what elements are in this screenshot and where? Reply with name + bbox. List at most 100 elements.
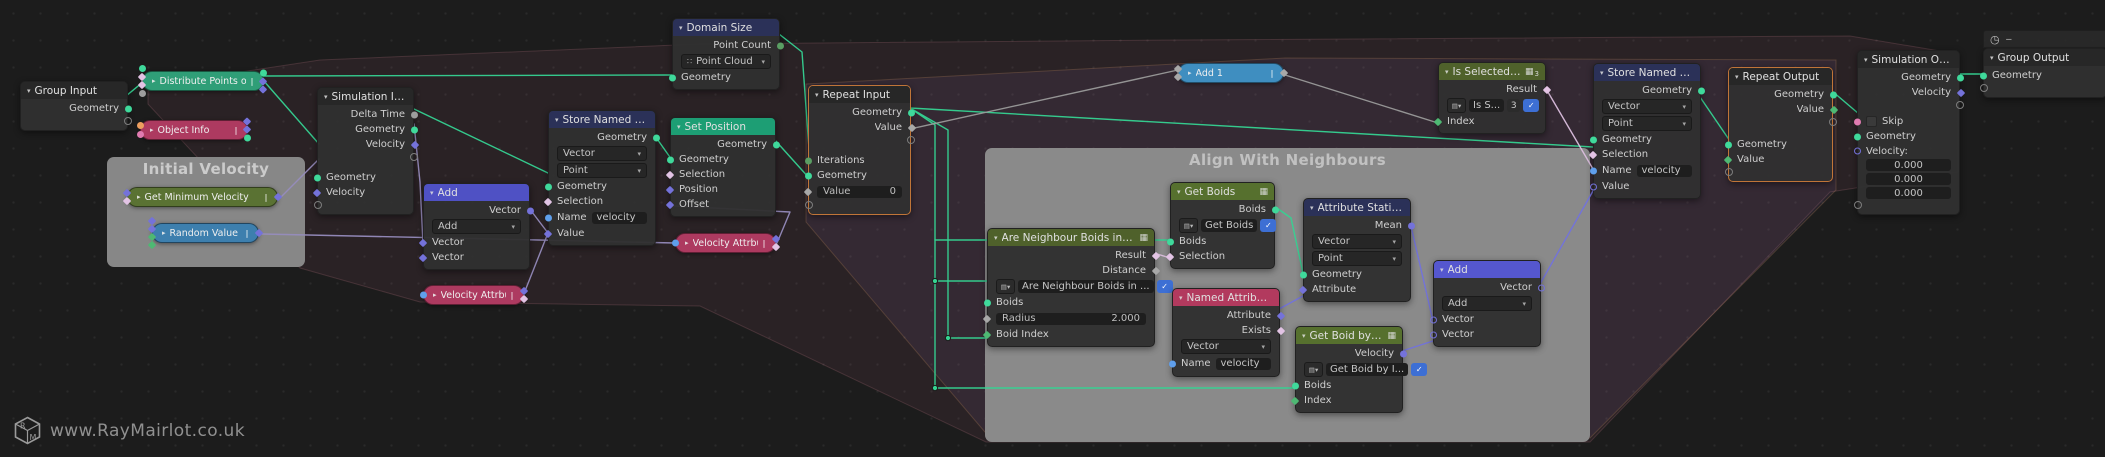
socket-input[interactable] bbox=[147, 240, 157, 250]
socket-radius[interactable] bbox=[982, 314, 991, 323]
socket-velocity[interactable] bbox=[1399, 350, 1407, 357]
virtual-socket[interactable] bbox=[313, 201, 322, 209]
socket-geometry[interactable] bbox=[313, 174, 321, 181]
node-domain-size[interactable]: ▾ Domain Size Point Count ∷ Point Cloud ▾ Geom… bbox=[668, 18, 784, 90]
node-repeat-output[interactable]: ▾ Repeat Output Geometry Value Geometry Value bbox=[1723, 67, 1838, 182]
node-random-value[interactable]: ▸ Random Value ∥ bbox=[147, 216, 264, 250]
socket-geometry[interactable] bbox=[544, 183, 552, 190]
frame-initial-velocity[interactable]: Initial Velocity bbox=[107, 157, 305, 267]
socket-value[interactable] bbox=[907, 123, 916, 132]
asset-browse-icon[interactable]: ▤▾ bbox=[996, 279, 1015, 294]
collapse-arrow-icon[interactable]: ▾ bbox=[1310, 204, 1314, 212]
node-simulation-output[interactable]: ▾Simulation Output Geometry Velocity Skip Ge… bbox=[1853, 50, 1965, 215]
node-header[interactable]: ▾Simulation Input bbox=[318, 88, 413, 105]
socket-output[interactable] bbox=[254, 228, 264, 238]
node-header[interactable]: ▾Store Named Attrib... bbox=[1594, 64, 1700, 81]
fake-user-shield-icon[interactable]: ✓ bbox=[1260, 219, 1277, 232]
socket-offset[interactable] bbox=[665, 200, 674, 209]
store-named-attribute-left-name-input[interactable]: velocity bbox=[591, 211, 647, 224]
node-header[interactable]: ▾ Named Attribute bbox=[1173, 289, 1279, 306]
virtual-socket[interactable] bbox=[1979, 84, 1988, 92]
named-attribute-dropdown[interactable]: Vector ▾ bbox=[1181, 339, 1271, 354]
collapse-arrow-icon[interactable]: ▾ bbox=[1990, 54, 1994, 62]
collapse-arrow-icon[interactable]: ▾ bbox=[1177, 188, 1181, 196]
socket-index[interactable] bbox=[1433, 117, 1442, 126]
node-header[interactable]: ▾ Domain Size bbox=[673, 19, 779, 36]
expand-arrow-icon[interactable]: ▸ bbox=[150, 126, 154, 134]
add-vector-frame-dropdown[interactable]: Add ▾ bbox=[1442, 296, 1532, 311]
collapse-arrow-icon[interactable]: ▾ bbox=[677, 123, 681, 131]
collapse-arrow-icon[interactable]: ▾ bbox=[555, 116, 559, 124]
socket-value[interactable] bbox=[1829, 105, 1838, 114]
node-header[interactable]: ▾Simulation Output bbox=[1858, 51, 1959, 68]
virtual-socket[interactable] bbox=[1955, 101, 1964, 109]
socket-boids[interactable] bbox=[983, 299, 991, 306]
socket-vector[interactable] bbox=[1429, 331, 1437, 338]
node-header[interactable]: ▾ Attribute Statistic bbox=[1304, 199, 1410, 216]
socket-vector[interactable] bbox=[526, 207, 534, 214]
expand-arrow-icon[interactable]: ▸ bbox=[433, 291, 437, 299]
socket-geometry[interactable] bbox=[124, 105, 132, 112]
virtual-socket[interactable] bbox=[123, 117, 132, 125]
expand-arrow-icon[interactable]: ▸ bbox=[137, 193, 141, 201]
socket-geometry[interactable] bbox=[772, 141, 780, 148]
fake-user-shield-icon[interactable]: ✓ bbox=[1156, 280, 1173, 293]
socket-value[interactable] bbox=[1589, 183, 1597, 190]
node-header[interactable]: ▾ Repeat Input bbox=[809, 86, 910, 103]
socket-skip[interactable] bbox=[1853, 118, 1861, 125]
socket-geometry[interactable] bbox=[666, 156, 674, 163]
node-velocity-attribute-2[interactable]: ▸Velocity Attrbute ∥ bbox=[672, 233, 781, 253]
socket-input[interactable] bbox=[672, 239, 679, 247]
expand-arrow-icon[interactable]: ▸ bbox=[162, 229, 166, 237]
named-attribute-name-input[interactable]: velocity bbox=[1215, 357, 1271, 370]
socket-input[interactable] bbox=[1173, 72, 1183, 82]
asset-name-field[interactable]: Get Boid by I... bbox=[1326, 363, 1409, 376]
socket-input[interactable] bbox=[122, 196, 132, 206]
socket-geometry[interactable] bbox=[1724, 141, 1732, 148]
node-editor-canvas[interactable]: Initial Velocity Align With Neighbours ▾ G… bbox=[0, 0, 2105, 457]
node-header[interactable]: ▾ Group Output bbox=[1984, 49, 2105, 66]
node-attribute-statistic[interactable]: ▾ Attribute Statistic Mean Vector ▾ Point ▾ Geo… bbox=[1298, 198, 1415, 302]
node-get-boid-by-index[interactable]: ▾Get Boid by Index▦Velocity▤▾Get Boid by… bbox=[1290, 326, 1428, 413]
collapse-arrow-icon[interactable]: ▾ bbox=[1600, 69, 1604, 77]
expand-arrow-icon[interactable]: ▸ bbox=[152, 77, 156, 85]
node-header[interactable]: ▾ Get Boids ▦ bbox=[1171, 183, 1274, 200]
socket-output[interactable] bbox=[273, 192, 283, 202]
fake-user-shield-icon[interactable]: ✓ bbox=[1411, 363, 1428, 376]
socket-geometry[interactable] bbox=[1299, 271, 1307, 278]
collapse-arrow-icon[interactable]: ▾ bbox=[1735, 73, 1739, 81]
socket-value[interactable] bbox=[803, 187, 812, 196]
node-add-vector-frame[interactable]: ▾ Add Vector Add ▾ Vector Vector bbox=[1429, 260, 1545, 347]
socket-input[interactable] bbox=[137, 131, 144, 138]
socket-boids[interactable] bbox=[1291, 382, 1299, 389]
socket-point-count[interactable] bbox=[776, 42, 784, 49]
socket-delta-time[interactable] bbox=[410, 111, 418, 118]
socket-geometry[interactable] bbox=[410, 126, 418, 133]
socket-name[interactable] bbox=[1168, 360, 1176, 367]
socket-name[interactable] bbox=[1589, 167, 1597, 174]
socket-geometry[interactable] bbox=[668, 74, 676, 81]
socket-boids[interactable] bbox=[1271, 206, 1279, 213]
node-is-selected-boid[interactable]: ▾Is Selected Boid▦3Result▤▾Is S...3✓Inde… bbox=[1433, 62, 1551, 134]
socket-vector[interactable] bbox=[418, 253, 427, 262]
socket-mean[interactable] bbox=[1407, 222, 1415, 229]
store-named-attribute-right-dropdown[interactable]: Point ▾ bbox=[1602, 116, 1692, 131]
socket-output[interactable] bbox=[242, 125, 252, 134]
node-header[interactable]: ▾ Set Position bbox=[671, 118, 775, 135]
attribute-statistic-dropdown[interactable]: Point ▾ bbox=[1312, 251, 1402, 266]
collapse-arrow-icon[interactable]: ▾ bbox=[1864, 56, 1868, 64]
virtual-socket[interactable] bbox=[906, 136, 915, 144]
socket-geometry[interactable] bbox=[1956, 74, 1964, 81]
vector-component-field[interactable]: 0.000 bbox=[1866, 187, 1951, 199]
node-store-named-attribute-left[interactable]: ▾Store Named Attrib...GeometryVector▾Poi… bbox=[543, 110, 660, 246]
node-header[interactable]: ▾ Group Input bbox=[21, 82, 127, 99]
node-header[interactable]: ▾ Add bbox=[1434, 261, 1540, 278]
asset-browse-icon[interactable]: ▤▾ bbox=[1179, 218, 1198, 233]
socket-vector[interactable] bbox=[1537, 284, 1545, 291]
store-named-attribute-right-dropdown[interactable]: Vector ▾ bbox=[1602, 99, 1692, 114]
socket-vector[interactable] bbox=[418, 238, 427, 247]
node-get-minimum-velocity[interactable]: ▸ Get Minimum Velocity ∥ bbox=[122, 187, 283, 207]
store-named-attribute-right-name-input[interactable]: velocity bbox=[1636, 164, 1692, 177]
node-add-vector-left[interactable]: ▾ Add Vector Add ▾ Vector Vector bbox=[418, 183, 534, 270]
socket-boids[interactable] bbox=[1166, 238, 1174, 245]
